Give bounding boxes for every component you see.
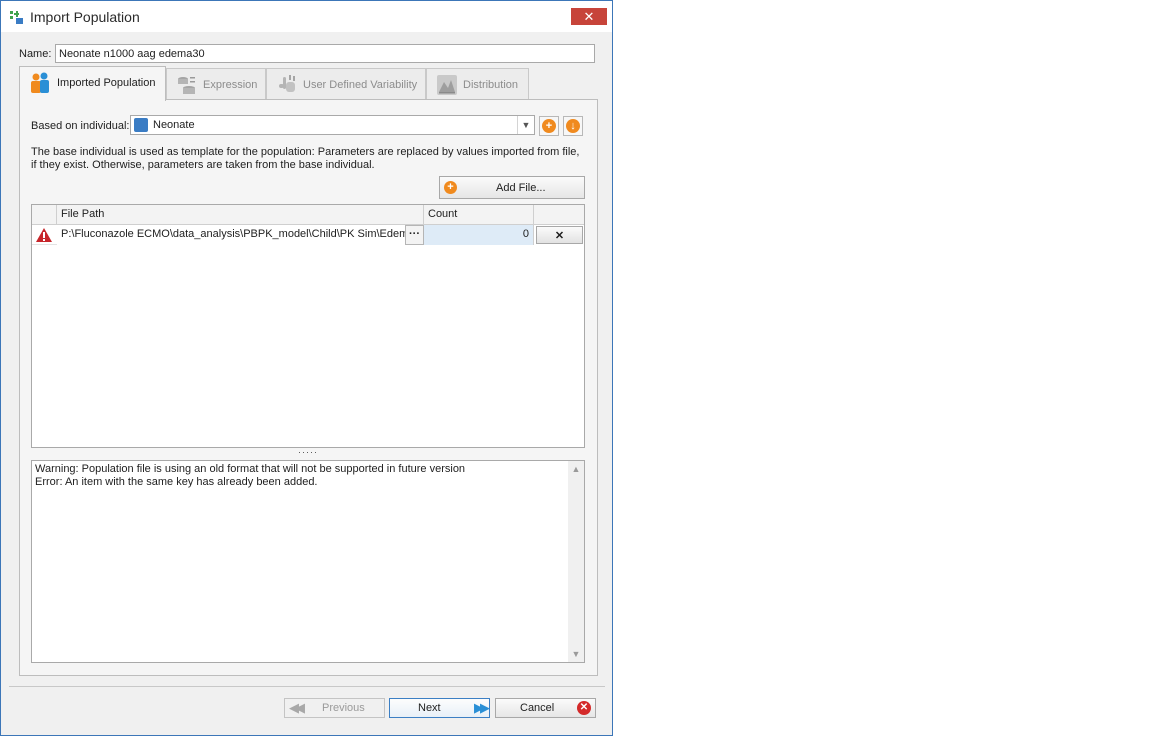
tab-label: Imported Population — [57, 77, 156, 89]
previous-label: Previous — [322, 702, 365, 714]
remove-file-button[interactable]: ✕ — [536, 226, 583, 244]
name-input[interactable] — [55, 44, 595, 63]
population-icon — [31, 72, 49, 93]
grid-header-status — [32, 205, 57, 225]
cancel-label: Cancel — [520, 702, 555, 714]
plus-icon: + — [444, 181, 457, 194]
window-title: Import Population — [30, 9, 140, 25]
log-output: Warning: Population file is using an old… — [31, 460, 585, 663]
warning-icon — [36, 228, 52, 242]
next-label: Next — [418, 702, 441, 714]
next-button[interactable]: Next ▶▶ — [389, 698, 490, 718]
file-path-cell[interactable]: P:\Fluconazole ECMO\data_analysis\PBPK_m… — [57, 225, 405, 245]
name-label: Name: — [19, 48, 52, 60]
scroll-down-icon[interactable]: ▼ — [568, 646, 584, 662]
row-status-cell — [32, 225, 57, 245]
previous-button[interactable]: ◀◀ Previous — [284, 698, 385, 718]
table-row[interactable]: P:\Fluconazole ECMO\data_analysis\PBPK_m… — [32, 225, 584, 245]
plus-icon: + — [542, 119, 556, 133]
distribution-icon — [437, 75, 457, 95]
add-individual-button[interactable]: + — [539, 116, 559, 136]
double-chevron-right-icon: ▶▶ — [474, 700, 490, 715]
tab-expression[interactable]: Expression — [166, 68, 266, 99]
description-text: The base individual is used as template … — [31, 146, 580, 171]
tab-imported-population[interactable]: Imported Population — [19, 66, 166, 101]
scroll-up-icon[interactable]: ▲ — [568, 461, 584, 477]
add-file-button[interactable]: + Add File... — [439, 176, 585, 199]
title-bar: Import Population ✕ — [1, 1, 612, 32]
tab-label: Expression — [203, 79, 258, 91]
grid-header-count[interactable]: Count — [424, 205, 534, 225]
import-population-dialog: Import Population ✕ Name: Imported Popul… — [0, 0, 613, 736]
close-button[interactable]: ✕ — [571, 8, 607, 25]
count-cell[interactable]: 0 — [424, 225, 534, 245]
cancel-icon: ✕ — [577, 701, 591, 715]
browse-file-button[interactable]: ··· — [405, 225, 424, 245]
individual-icon — [134, 118, 148, 132]
double-chevron-left-icon: ◀◀ — [289, 700, 305, 715]
individual-selected-value: Neonate — [153, 119, 195, 131]
expression-icon — [178, 77, 195, 94]
tab-distribution[interactable]: Distribution — [426, 68, 529, 99]
log-line-warning: Warning: Population file is using an old… — [35, 463, 466, 475]
load-individual-button[interactable]: ↓ — [563, 116, 583, 136]
log-line-error: Error: An item with the same key has alr… — [35, 476, 318, 488]
footer-divider — [9, 686, 605, 687]
arrow-down-icon: ↓ — [566, 119, 580, 133]
individual-label: Based on individual: — [31, 120, 130, 132]
individual-select[interactable]: Neonate ▼ — [130, 115, 535, 135]
file-grid: File Path Count P:\Fluconazole ECMO\data… — [31, 204, 585, 448]
cancel-button[interactable]: Cancel ✕ — [495, 698, 596, 718]
splitter-handle[interactable]: ····· — [297, 448, 319, 457]
tab-label: Distribution — [463, 79, 519, 91]
tab-user-defined-variability[interactable]: User Defined Variability — [266, 68, 426, 99]
log-scrollbar[interactable]: ▲ ▼ — [568, 461, 584, 662]
grid-header-file-path[interactable]: File Path — [57, 205, 424, 225]
grid-header-actions — [534, 205, 584, 225]
app-icon — [10, 11, 23, 24]
add-file-label: Add File... — [496, 182, 546, 194]
chevron-down-icon[interactable]: ▼ — [517, 116, 534, 134]
variability-icon — [279, 75, 295, 92]
tab-label: User Defined Variability — [303, 79, 418, 91]
